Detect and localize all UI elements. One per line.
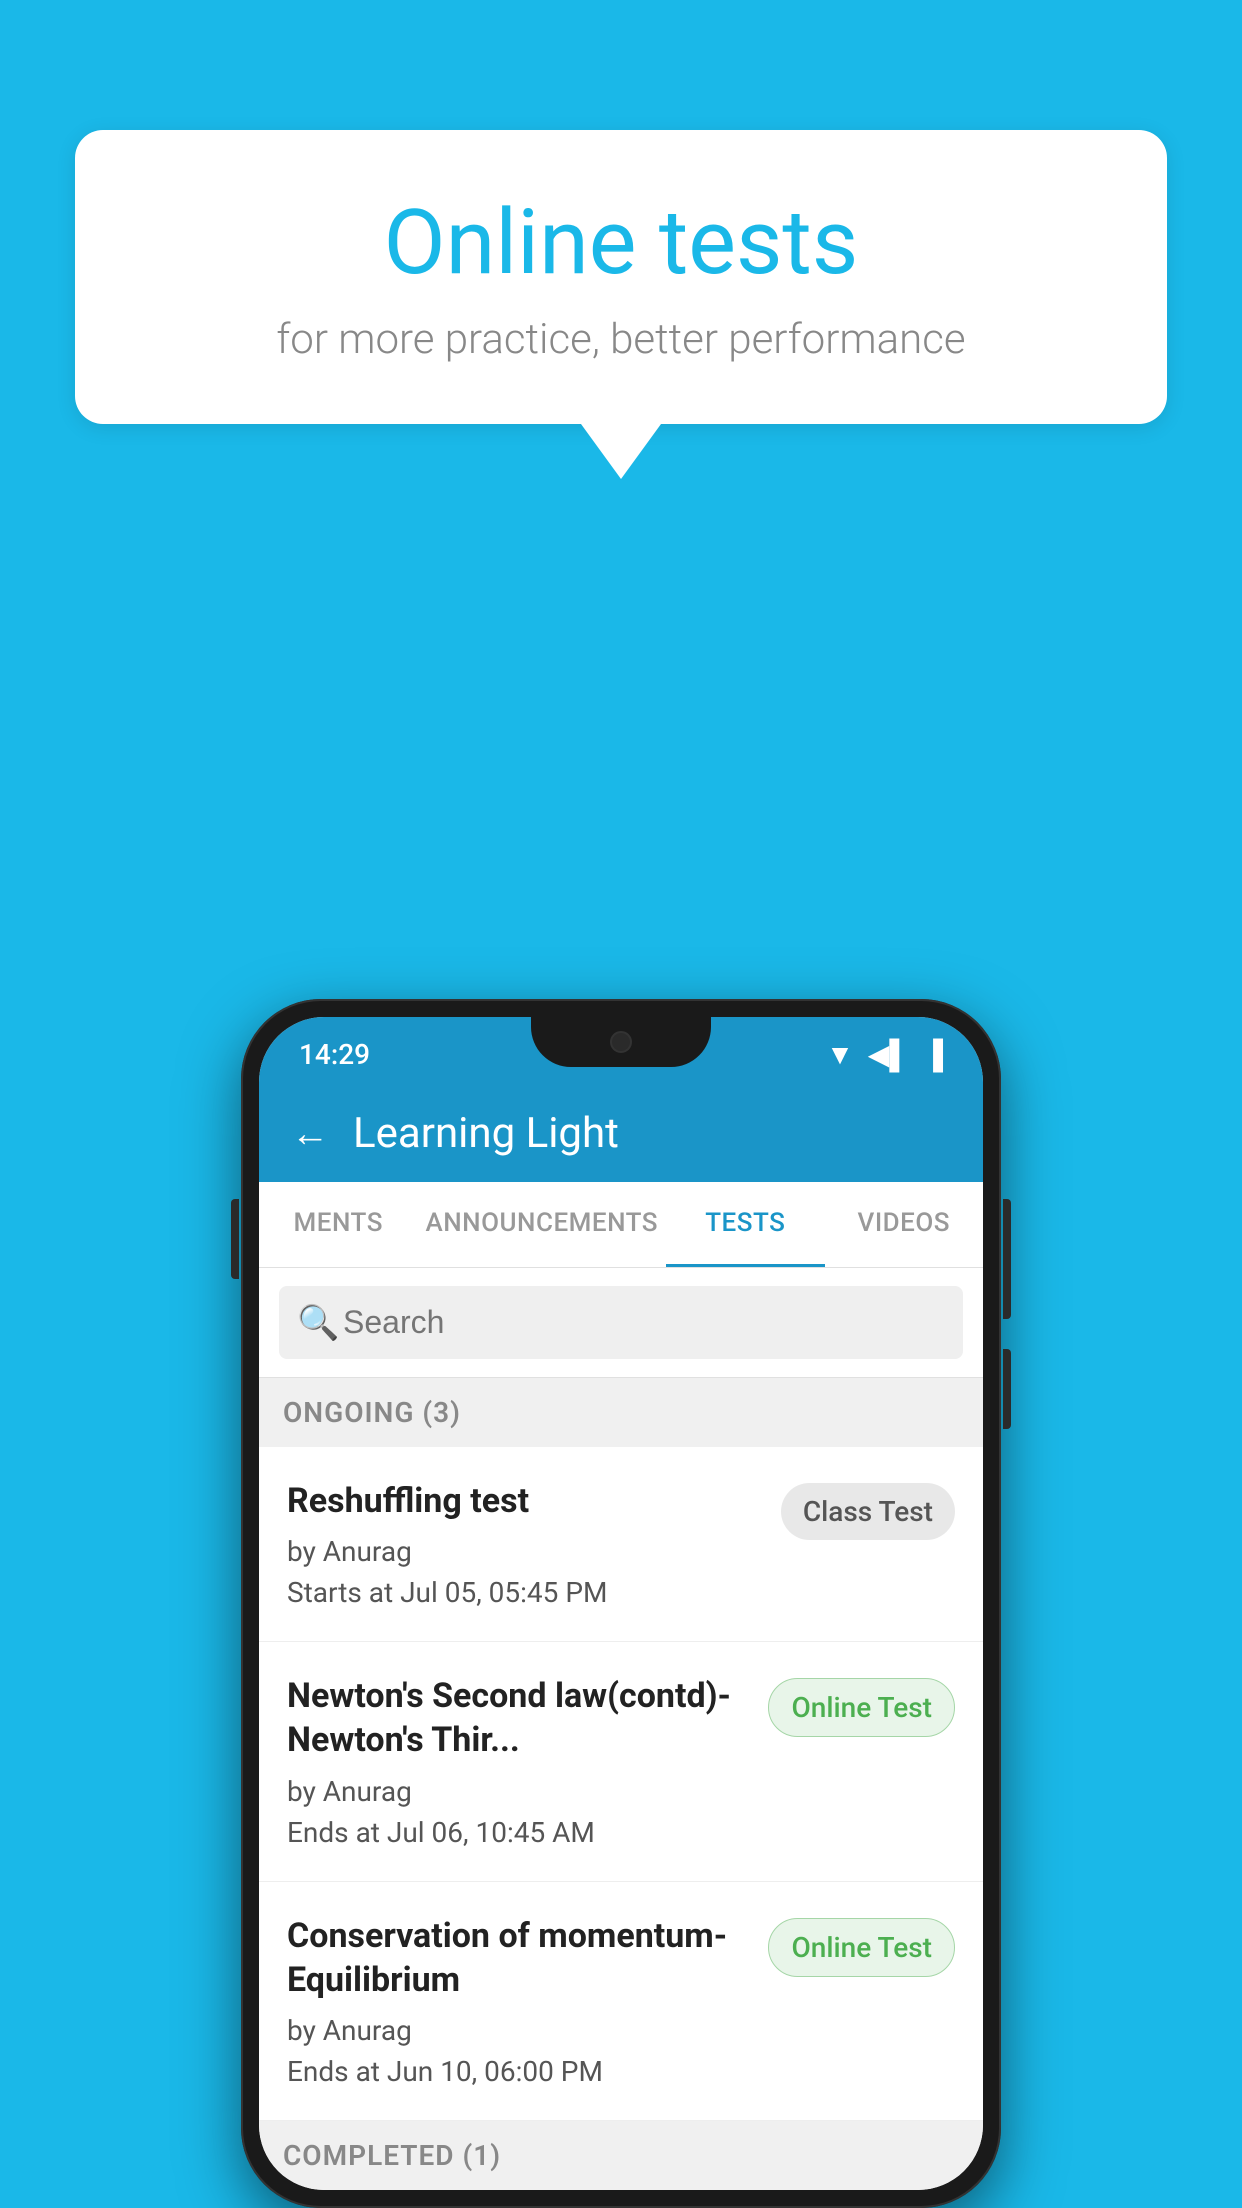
speech-bubble: Online tests for more practice, better p…	[75, 130, 1167, 424]
tab-announcements[interactable]: ANNOUNCEMENTS	[417, 1182, 666, 1267]
test-title: Conservation of momentum-Equilibrium	[287, 1914, 748, 2002]
front-camera	[610, 1031, 632, 1053]
signal-icon: ◀▌	[868, 1038, 909, 1071]
phone-body: 14:29 ▼ ◀▌ ▐ ← Learning Light MENTS	[241, 999, 1001, 2208]
phone-inner: 14:29 ▼ ◀▌ ▐ ← Learning Light MENTS	[259, 1017, 983, 2190]
status-icons: ▼ ◀▌ ▐	[826, 1038, 943, 1071]
test-author: by Anurag	[287, 2014, 748, 2047]
phone-notch	[531, 1017, 711, 1067]
test-item-content: Conservation of momentum-Equilibrium by …	[287, 1914, 768, 2088]
test-author: by Anurag	[287, 1535, 761, 1568]
ongoing-section-header: ONGOING (3)	[259, 1378, 983, 1447]
test-item[interactable]: Reshuffling test by Anurag Starts at Jul…	[259, 1447, 983, 1642]
phone-outer: 14:29 ▼ ◀▌ ▐ ← Learning Light MENTS	[241, 999, 1001, 2208]
test-badge-online: Online Test	[768, 1678, 955, 1737]
online-tests-title: Online tests	[155, 190, 1087, 295]
tab-ments[interactable]: MENTS	[259, 1182, 417, 1267]
tab-tests[interactable]: TESTS	[666, 1182, 824, 1267]
volume-button	[231, 1199, 239, 1279]
test-badge-online: Online Test	[768, 1918, 955, 1977]
test-date: Ends at Jul 06, 10:45 AM	[287, 1816, 748, 1849]
tabs-container: MENTS ANNOUNCEMENTS TESTS VIDEOS	[259, 1182, 983, 1268]
test-item[interactable]: Newton's Second law(contd)-Newton's Thir…	[259, 1642, 983, 1881]
test-list: Reshuffling test by Anurag Starts at Jul…	[259, 1447, 983, 2121]
search-icon: 🔍	[297, 1303, 339, 1343]
test-badge-class: Class Test	[781, 1483, 955, 1540]
completed-section-header: COMPLETED (1)	[259, 2121, 983, 2190]
test-item[interactable]: Conservation of momentum-Equilibrium by …	[259, 1882, 983, 2121]
test-title: Reshuffling test	[287, 1479, 761, 1523]
app-header: ← Learning Light	[259, 1085, 983, 1182]
volume-down-button	[1003, 1349, 1011, 1429]
back-button[interactable]: ←	[291, 1112, 329, 1156]
test-item-content: Newton's Second law(contd)-Newton's Thir…	[287, 1674, 768, 1848]
test-author: by Anurag	[287, 1775, 748, 1808]
test-title: Newton's Second law(contd)-Newton's Thir…	[287, 1674, 748, 1762]
test-date: Ends at Jun 10, 06:00 PM	[287, 2055, 748, 2088]
app-title: Learning Light	[353, 1109, 619, 1158]
power-button	[1003, 1199, 1011, 1319]
phone-wrapper: 14:29 ▼ ◀▌ ▐ ← Learning Light MENTS	[241, 999, 1001, 2208]
test-date: Starts at Jul 05, 05:45 PM	[287, 1576, 761, 1609]
speech-bubble-arrow	[581, 424, 661, 479]
wifi-icon: ▼	[826, 1038, 854, 1071]
search-container: 🔍	[259, 1268, 983, 1378]
online-tests-subtitle: for more practice, better performance	[155, 315, 1087, 364]
battery-icon: ▐	[923, 1038, 943, 1071]
status-time: 14:29	[299, 1038, 370, 1071]
speech-bubble-container: Online tests for more practice, better p…	[75, 130, 1167, 479]
tab-videos[interactable]: VIDEOS	[825, 1182, 983, 1267]
search-input[interactable]	[279, 1286, 963, 1359]
test-item-content: Reshuffling test by Anurag Starts at Jul…	[287, 1479, 781, 1609]
search-wrapper: 🔍	[279, 1286, 963, 1359]
